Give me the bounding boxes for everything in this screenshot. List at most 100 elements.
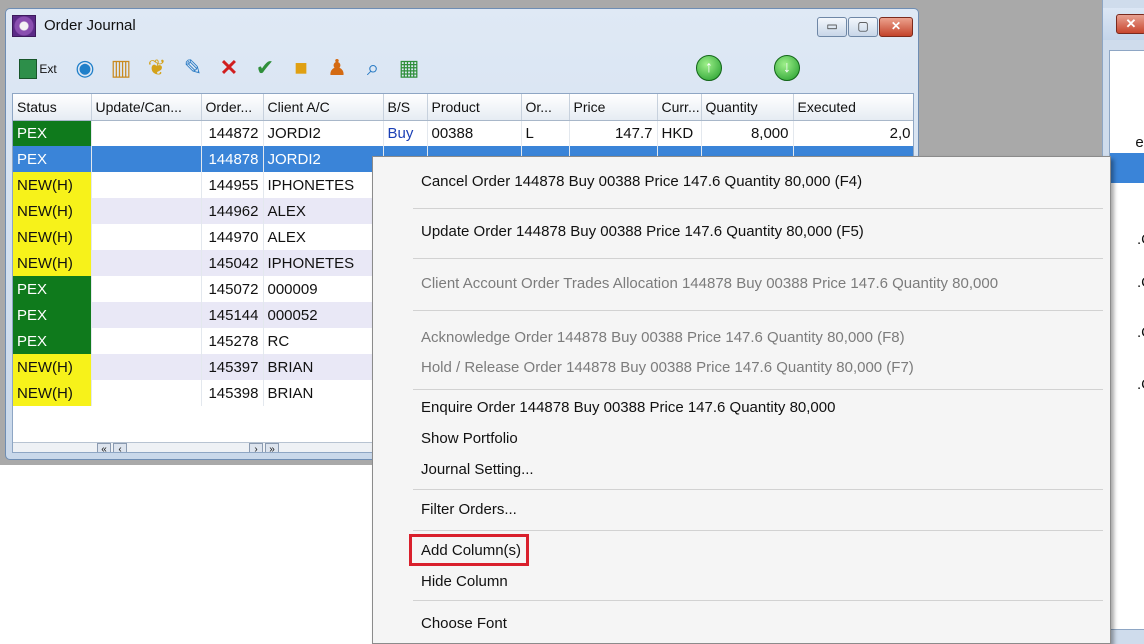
client-cell: 000052	[263, 302, 384, 328]
update-cancel-cell	[91, 328, 202, 354]
column-header-status[interactable]: Status	[13, 94, 92, 121]
order-cell: 145278	[201, 328, 264, 354]
last-page-icon[interactable]: »	[265, 443, 279, 452]
update-cancel-cell	[91, 146, 202, 172]
order-cell: 144955	[201, 172, 264, 198]
window-titlebar[interactable]: Order Journal ▭ ▢ ✕	[6, 9, 918, 43]
second-window-grid: ed .C .C .C 5 .C	[1109, 50, 1144, 630]
status-cell: PEX	[13, 146, 92, 172]
second-window-cell: .C	[1137, 231, 1144, 248]
menu-separator	[413, 489, 1103, 490]
edit-icon[interactable]: ✎	[178, 53, 208, 83]
exit-door-icon	[19, 59, 38, 80]
prev-page-icon[interactable]: ‹	[113, 443, 127, 452]
book-icon[interactable]: ❦	[142, 53, 172, 83]
column-header-bs[interactable]: B/S	[383, 94, 428, 121]
status-cell: NEW(H)	[13, 224, 92, 250]
column-header-quantity[interactable]: Quantity	[701, 94, 794, 121]
client-cell: IPHONETES	[263, 250, 384, 276]
menu-item-acknowledge-order[interactable]: Acknowledge Order 144878 Buy 00388 Price…	[421, 329, 905, 346]
order-cell: 145144	[201, 302, 264, 328]
window-title: Order Journal	[44, 17, 136, 34]
maximize-button[interactable]: ▢	[848, 17, 878, 37]
column-header-order-type[interactable]: Or...	[521, 94, 570, 121]
update-cancel-cell	[91, 354, 202, 380]
status-cell: NEW(H)	[13, 172, 92, 198]
status-cell: NEW(H)	[13, 198, 92, 224]
order-type-cell: L	[521, 120, 570, 146]
basket-icon[interactable]: ▥	[106, 53, 136, 83]
order-cell: 144962	[201, 198, 264, 224]
update-cancel-cell	[91, 276, 202, 302]
first-page-icon[interactable]: «	[97, 443, 111, 452]
client-cell: JORDI2	[263, 146, 384, 172]
menu-item-choose-font[interactable]: Choose Font	[421, 615, 507, 632]
folder-icon[interactable]: ■	[286, 53, 316, 83]
status-cell: PEX	[13, 120, 92, 146]
product-cell: 00388	[427, 120, 522, 146]
update-cancel-cell	[91, 380, 202, 406]
menu-item-filter-orders[interactable]: Filter Orders...	[421, 501, 517, 518]
column-header-order[interactable]: Order...	[201, 94, 264, 121]
toolbar: Ext ◉ ▥ ❦ ✎ ✕ ✔ ■ ♟ ⌕ ▦ ↑ ↓	[6, 47, 918, 93]
currency-cell: HKD	[657, 120, 702, 146]
next-page-icon[interactable]: ›	[249, 443, 263, 452]
order-cell: 144970	[201, 224, 264, 250]
order-cell: 145042	[201, 250, 264, 276]
arrow-down-icon[interactable]: ↓	[774, 55, 800, 81]
desktop-blank-area	[0, 465, 372, 644]
second-window-cell: .C	[1137, 274, 1144, 291]
menu-separator	[413, 258, 1103, 259]
close-button[interactable]: ✕	[879, 17, 913, 37]
client-cell: ALEX	[263, 224, 384, 250]
column-header-product[interactable]: Product	[427, 94, 522, 121]
menu-item-client-allocation[interactable]: Client Account Order Trades Allocation 1…	[421, 275, 998, 292]
document-check-icon[interactable]: ✔	[250, 53, 280, 83]
status-cell: NEW(H)	[13, 380, 92, 406]
context-menu: Cancel Order 144878 Buy 00388 Price 147.…	[372, 156, 1111, 644]
menu-item-enquire-order[interactable]: Enquire Order 144878 Buy 00388 Price 147…	[421, 399, 835, 416]
exit-button[interactable]: Ext	[16, 53, 60, 83]
menu-separator	[413, 600, 1103, 601]
menu-item-journal-setting[interactable]: Journal Setting...	[421, 461, 534, 478]
price-cell: 147.7	[569, 120, 658, 146]
menu-item-hide-column[interactable]: Hide Column	[421, 573, 508, 590]
column-header-currency[interactable]: Curr...	[657, 94, 702, 121]
minimize-button[interactable]: ▭	[817, 17, 847, 37]
menu-item-show-portfolio[interactable]: Show Portfolio	[421, 430, 518, 447]
column-header-executed[interactable]: Executed	[793, 94, 913, 121]
status-cell: PEX	[13, 276, 92, 302]
second-window-cell: .C	[1137, 324, 1144, 341]
arrow-up-icon[interactable]: ↑	[696, 55, 722, 81]
menu-item-cancel-order[interactable]: Cancel Order 144878 Buy 00388 Price 147.…	[421, 173, 862, 190]
client-cell: JORDI2	[263, 120, 384, 146]
client-cell: BRIAN	[263, 380, 384, 406]
export-icon[interactable]: ▦	[394, 53, 424, 83]
client-cell: IPHONETES	[263, 172, 384, 198]
delete-icon[interactable]: ✕	[214, 53, 244, 83]
update-cancel-cell	[91, 224, 202, 250]
column-header-price[interactable]: Price	[569, 94, 658, 121]
menu-separator	[413, 208, 1103, 209]
globe-icon[interactable]: ◉	[70, 53, 100, 83]
table-row[interactable]: PEX 144872 JORDI2 Buy 00388 L 147.7 HKD …	[13, 120, 913, 146]
app-icon	[12, 15, 36, 37]
second-window-cell: .C	[1137, 376, 1144, 393]
table-header-row: Status Update/Can... Order... Client A/C…	[13, 94, 913, 121]
column-header-update-cancel[interactable]: Update/Can...	[91, 94, 202, 121]
column-header-client-ac[interactable]: Client A/C	[263, 94, 384, 121]
bs-cell: Buy	[383, 120, 428, 146]
add-columns-highlight	[409, 534, 529, 566]
menu-item-update-order[interactable]: Update Order 144878 Buy 00388 Price 147.…	[421, 223, 864, 240]
second-window-cell: 5	[1112, 346, 1144, 374]
status-cell: NEW(H)	[13, 250, 92, 276]
menu-item-hold-release[interactable]: Hold / Release Order 144878 Buy 00388 Pr…	[421, 359, 914, 376]
user-icon[interactable]: ♟	[322, 53, 352, 83]
menu-separator	[413, 310, 1103, 311]
search-icon[interactable]: ⌕	[358, 53, 388, 83]
order-cell: 144872	[201, 120, 264, 146]
second-window-close-button[interactable]: ✕	[1116, 14, 1144, 34]
executed-cell: 2,0	[793, 120, 913, 146]
quantity-cell: 8,000	[701, 120, 794, 146]
menu-separator	[413, 530, 1103, 531]
